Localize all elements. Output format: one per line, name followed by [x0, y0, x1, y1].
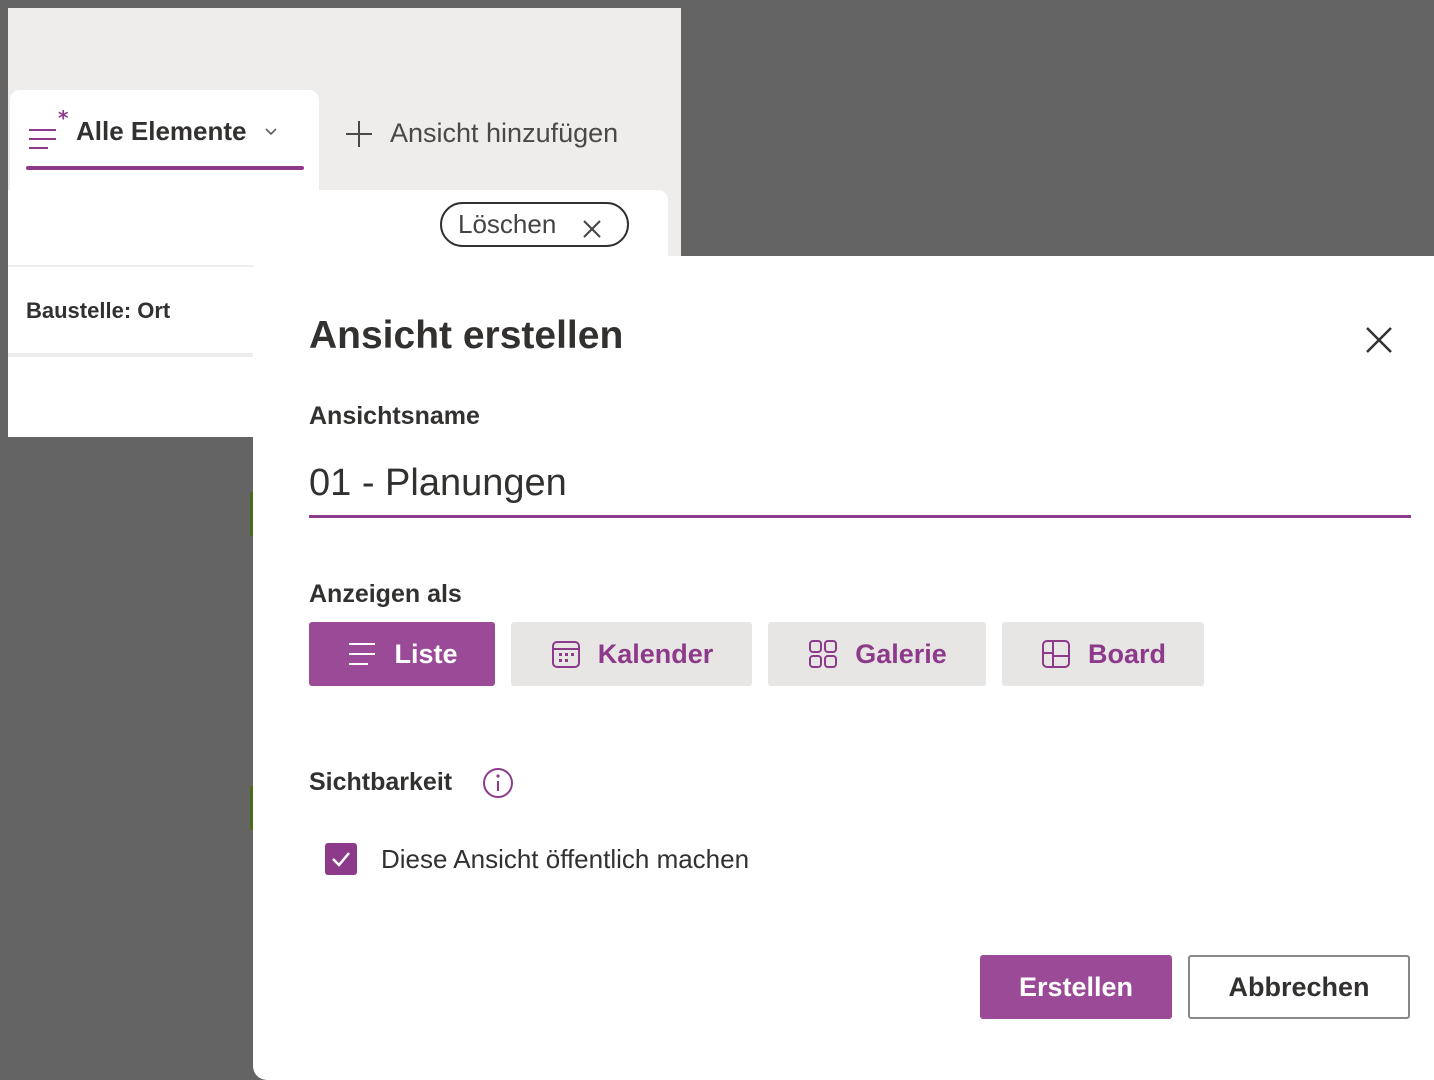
display-as-label: Anzeigen als: [309, 580, 462, 608]
close-icon: [1366, 327, 1392, 353]
list-icon: [346, 638, 378, 670]
svg-text:*: *: [58, 110, 69, 130]
close-dialog-button[interactable]: [1359, 320, 1399, 360]
cancel-button[interactable]: Abbrechen: [1188, 955, 1410, 1019]
create-button[interactable]: Erstellen: [980, 955, 1172, 1019]
view-tab-label: Alle Elemente: [76, 115, 247, 146]
display-option-label: Board: [1087, 638, 1166, 669]
view-name-label: Ansichtsname: [309, 402, 480, 430]
close-icon: [582, 215, 602, 238]
calendar-icon: [550, 638, 582, 670]
display-option-liste[interactable]: Liste: [309, 622, 495, 686]
display-option-galerie[interactable]: Galerie: [768, 622, 986, 686]
list-modified-icon: *: [26, 106, 72, 152]
plus-icon: [344, 119, 374, 149]
add-view-label: Ansicht hinzufügen: [390, 118, 619, 148]
delete-filter-button[interactable]: Löschen: [440, 202, 629, 247]
add-view-button[interactable]: Ansicht hinzufügen: [344, 118, 618, 149]
info-icon[interactable]: [482, 767, 514, 799]
dialog-title: Ansicht erstellen: [309, 314, 624, 357]
active-tab-indicator: [26, 166, 304, 170]
display-option-kalender[interactable]: Kalender: [511, 622, 752, 686]
column-header-baustelle-ort[interactable]: Baustelle: Ort: [26, 298, 170, 324]
view-tab-alle-elemente[interactable]: * Alle Elemente: [10, 90, 319, 190]
create-view-dialog: Ansicht erstellen Ansichtsname Anzeigen …: [253, 256, 1434, 1080]
view-name-input[interactable]: [309, 452, 1411, 518]
gallery-icon: [807, 638, 839, 670]
public-view-checkbox-label[interactable]: Diese Ansicht öffentlich machen: [381, 844, 749, 875]
public-view-checkbox[interactable]: [325, 843, 357, 875]
chevron-down-icon: [263, 125, 279, 137]
display-option-label: Liste: [394, 638, 458, 669]
board-icon: [1040, 638, 1072, 670]
display-option-label: Galerie: [855, 638, 947, 669]
visibility-label: Sichtbarkeit: [309, 768, 453, 796]
delete-filter-label: Löschen: [458, 209, 557, 239]
display-option-board[interactable]: Board: [1002, 622, 1204, 686]
display-option-label: Kalender: [597, 638, 714, 669]
checkmark-icon: [332, 852, 350, 867]
